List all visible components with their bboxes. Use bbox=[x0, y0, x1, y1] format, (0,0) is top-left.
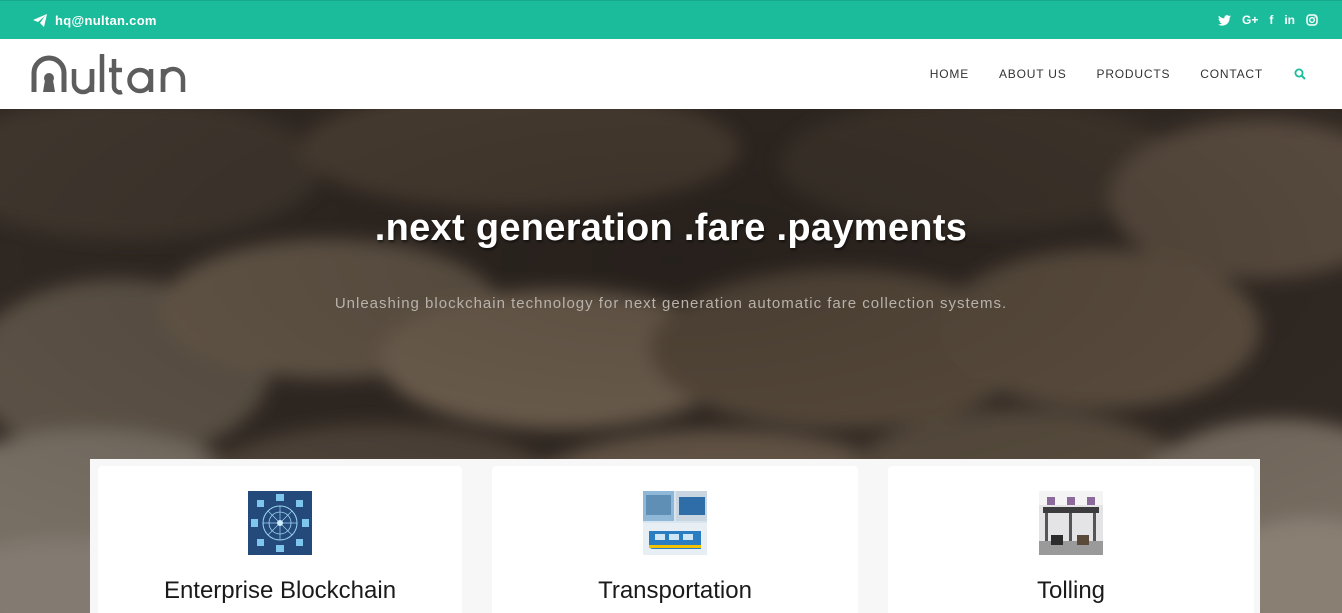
instagram-icon[interactable] bbox=[1306, 13, 1318, 27]
site-header: HOME ABOUT US PRODUCTS CONTACT bbox=[0, 39, 1342, 109]
logo-mark bbox=[31, 54, 186, 95]
nav-products[interactable]: PRODUCTS bbox=[1097, 67, 1171, 81]
card-title[interactable]: Transportation bbox=[492, 577, 858, 605]
card-tolling[interactable]: Tolling bbox=[888, 466, 1254, 613]
paper-plane-icon bbox=[33, 13, 47, 27]
main-nav: HOME ABOUT US PRODUCTS CONTACT bbox=[900, 67, 1306, 81]
nav-home[interactable]: HOME bbox=[930, 67, 969, 81]
hero-title: .next generation .fare .payments bbox=[374, 207, 968, 249]
card-transportation[interactable]: Transportation bbox=[492, 466, 858, 613]
twitter-icon[interactable] bbox=[1217, 13, 1231, 27]
email-text[interactable]: hq@nultan.com bbox=[55, 13, 157, 28]
google-plus-icon[interactable]: G+ bbox=[1242, 13, 1258, 27]
blockchain-network-image bbox=[248, 491, 312, 555]
card-enterprise-blockchain[interactable]: Enterprise Blockchain bbox=[98, 466, 462, 613]
hero-section: .next generation .fare .payments Unleash… bbox=[0, 109, 1342, 613]
facebook-icon[interactable]: f bbox=[1269, 13, 1273, 27]
product-cards: Enterprise Blockchain Transportation Tol… bbox=[90, 459, 1260, 613]
contact-email[interactable]: hq@nultan.com bbox=[33, 13, 157, 28]
nav-contact[interactable]: CONTACT bbox=[1200, 67, 1263, 81]
train-image bbox=[643, 491, 707, 555]
social-links: G+ f in bbox=[1217, 13, 1318, 27]
linkedin-icon[interactable]: in bbox=[1284, 13, 1295, 27]
card-title[interactable]: Tolling bbox=[888, 577, 1254, 605]
toll-booth-image bbox=[1039, 491, 1103, 555]
site-logo[interactable] bbox=[30, 49, 206, 99]
card-title[interactable]: Enterprise Blockchain bbox=[98, 577, 462, 605]
top-bar: hq@nultan.com G+ f in bbox=[0, 0, 1342, 39]
nav-about-us[interactable]: ABOUT US bbox=[999, 67, 1067, 81]
hero-subtitle: Unleashing blockchain technology for nex… bbox=[334, 295, 1008, 312]
search-icon[interactable] bbox=[1294, 68, 1306, 80]
